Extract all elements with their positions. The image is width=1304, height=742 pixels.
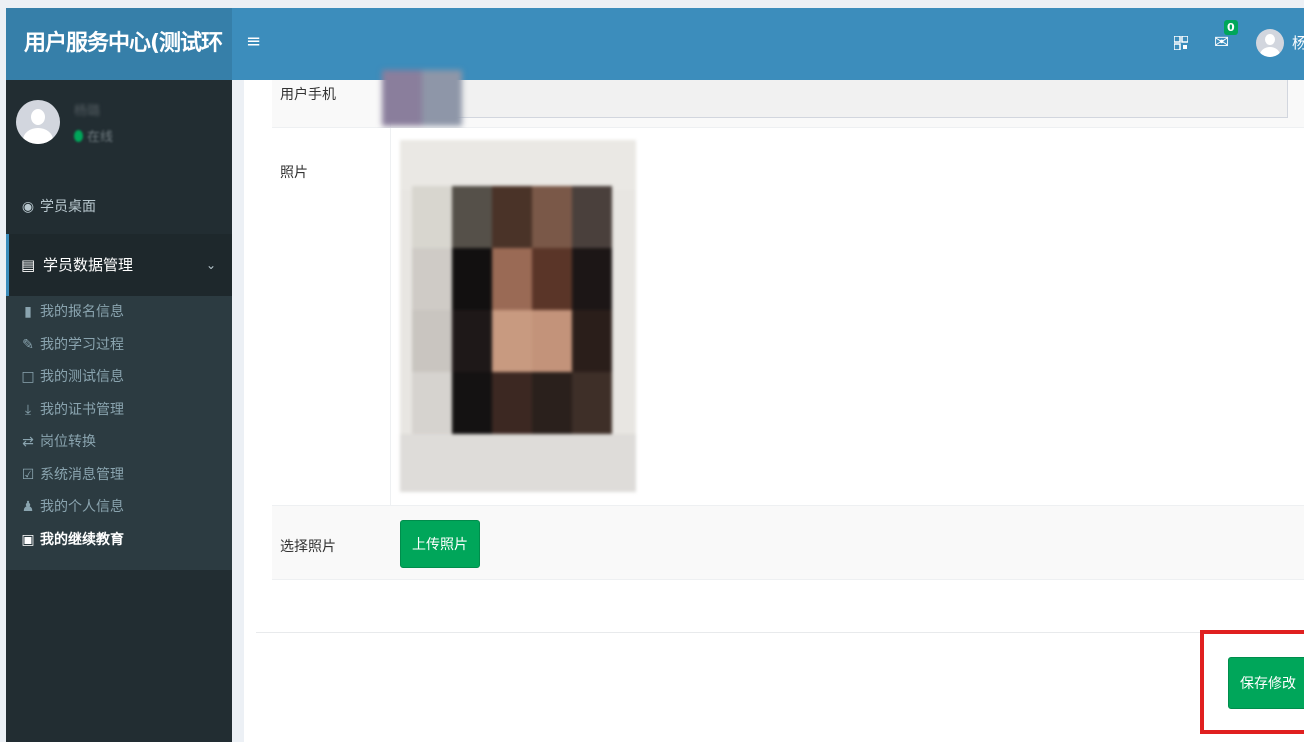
download-icon: ⤓ xyxy=(24,401,32,418)
value-column xyxy=(390,128,391,505)
user-status-label: 在线 xyxy=(87,130,114,145)
sidebar-item-student-desktop[interactable]: ◉ 学员桌面 xyxy=(6,185,232,230)
online-dot-icon xyxy=(74,130,83,142)
main-content: 用户手机 照片 选择照片 上传照片 保存修改 xyxy=(232,70,1304,742)
sidebar-item-learning[interactable]: ✎ 我的学习过程 xyxy=(6,329,232,362)
phone-field[interactable] xyxy=(410,80,1288,118)
mail-icon[interactable]: ✉ xyxy=(1214,34,1229,52)
upload-photo-button[interactable]: 上传照片 xyxy=(400,520,480,568)
photo-label: 照片 xyxy=(280,165,308,181)
checkbox-icon: ☑ xyxy=(21,466,35,483)
chevron-down-icon: ⌄ xyxy=(205,258,216,272)
monitor-icon: □ xyxy=(21,369,35,385)
sidebar-item-continuing-education[interactable]: ▣ 我的继续教育 xyxy=(6,524,232,557)
edit-icon: ✎ xyxy=(22,336,34,353)
file-icon: ▮ xyxy=(24,304,32,320)
form-divider xyxy=(256,632,1304,633)
sidebar-group-label: 学员数据管理 xyxy=(43,256,134,274)
phone-label: 用户手机 xyxy=(280,87,336,103)
exchange-icon: ⇄ xyxy=(22,434,34,450)
menu-toggle-icon[interactable]: ≡ xyxy=(246,32,261,52)
mail-count-badge: 0 xyxy=(1224,20,1238,35)
sidebar-item-label: 我的证书管理 xyxy=(40,401,124,418)
profile-form: 用户手机 照片 选择照片 上传照片 xyxy=(272,70,1304,580)
sidebar-item-label: 我的个人信息 xyxy=(40,499,124,515)
image-icon: ▣ xyxy=(21,531,35,548)
sidebar-item-label: 我的测试信息 xyxy=(40,369,124,385)
sidebar-submenu: ▮ 我的报名信息 ✎ 我的学习过程 □ 我的测试信息 ⤓ 我的证书管理 ⇄ 岗位转换 ☑ 系… xyxy=(6,296,232,570)
user-name: 杨璐 xyxy=(74,104,101,119)
sidebar-item-label: 岗位转换 xyxy=(40,434,96,450)
sidebar-group-student-data[interactable]: ▤ 学员数据管理 ⌄ xyxy=(6,234,232,296)
header-user-name[interactable]: 杨 xyxy=(1292,32,1304,53)
profile-form-box: 用户手机 照片 选择照片 上传照片 保存修改 xyxy=(244,70,1304,742)
sidebar-item-position-change[interactable]: ⇄ 岗位转换 xyxy=(6,426,232,459)
user-photo xyxy=(400,140,636,492)
sidebar-item-personal-info[interactable]: ♟ 我的个人信息 xyxy=(6,491,232,524)
sidebar-item-label: 我的报名信息 xyxy=(40,304,124,320)
sidebar-item-registration[interactable]: ▮ 我的报名信息 xyxy=(6,296,232,329)
sidebar-item-label: 系统消息管理 xyxy=(40,466,124,483)
user-avatar xyxy=(16,100,60,144)
sidebar-item-label: 我的学习过程 xyxy=(40,336,124,353)
choose-photo-row: 选择照片 上传照片 xyxy=(272,506,1304,580)
sidebar-item-label: 我的继续教育 xyxy=(40,531,124,548)
header-avatar[interactable] xyxy=(1256,29,1284,57)
choose-photo-label: 选择照片 xyxy=(280,539,336,555)
user-status: 在线 xyxy=(74,126,113,145)
user-panel: 杨璐 在线 xyxy=(6,80,232,185)
sidebar-item-tests[interactable]: □ 我的测试信息 xyxy=(6,361,232,394)
phone-redaction xyxy=(382,70,492,126)
table-icon: ▤ xyxy=(21,256,36,274)
sidebar: 用户服务中心(测试环 杨璐 在线 ◉ 学员桌面 ▤ 学员数据管理 ⌄ ▮ 我的报名信息… xyxy=(6,8,232,742)
phone-row: 用户手机 xyxy=(272,70,1304,128)
sidebar-item-messages[interactable]: ☑ 系统消息管理 xyxy=(6,459,232,492)
qr-code-icon[interactable] xyxy=(1174,36,1188,50)
app-brand[interactable]: 用户服务中心(测试环 xyxy=(6,8,232,80)
photo-row: 照片 xyxy=(272,128,1304,506)
save-changes-button[interactable]: 保存修改 xyxy=(1228,657,1304,709)
sidebar-item-certificates[interactable]: ⤓ 我的证书管理 xyxy=(6,394,232,427)
user-icon: ♟ xyxy=(21,499,35,515)
sidebar-item-label: 学员桌面 xyxy=(40,199,96,215)
dashboard-icon: ◉ xyxy=(21,199,35,215)
